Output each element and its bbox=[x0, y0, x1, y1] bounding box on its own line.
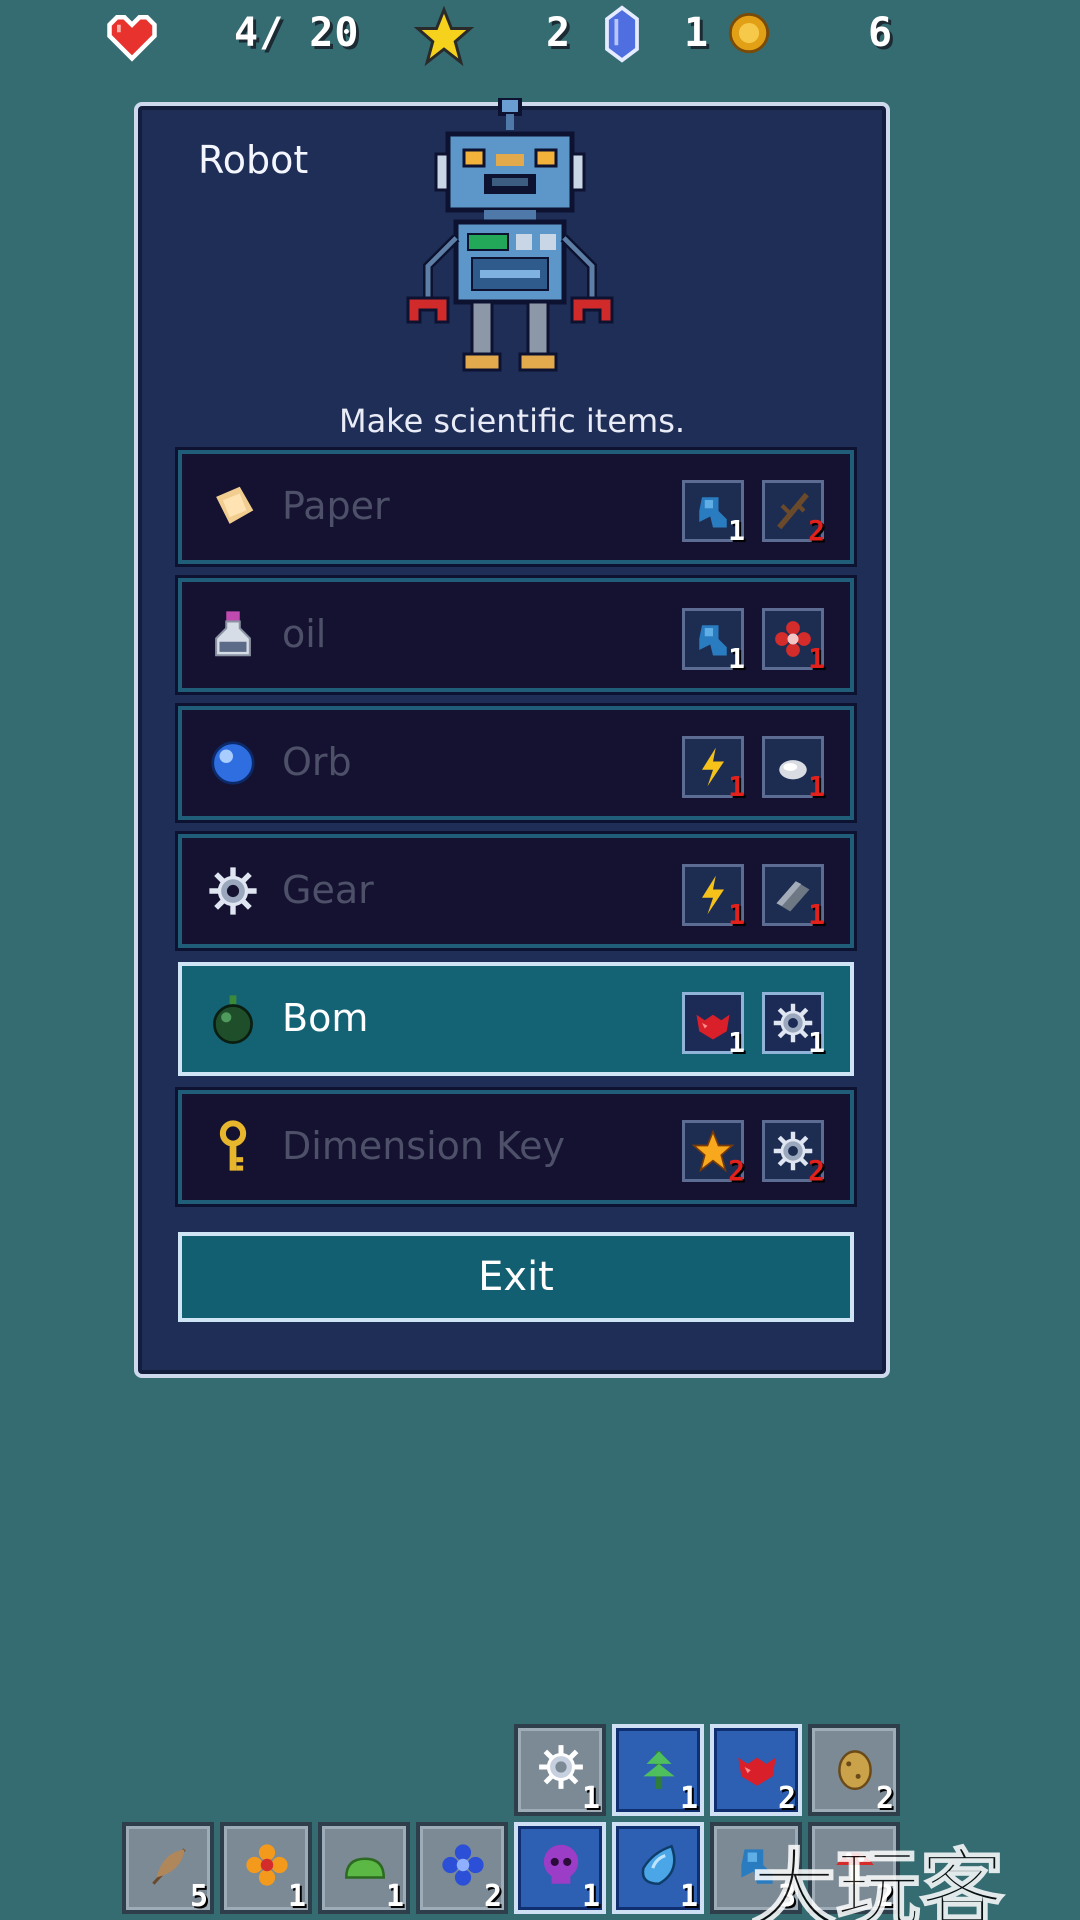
inventory-slot[interactable]: 1 bbox=[318, 1822, 410, 1914]
recipe-name: oil bbox=[282, 612, 327, 656]
purple-skull-icon bbox=[543, 1844, 579, 1884]
slot-count: 2 bbox=[777, 1781, 796, 1816]
ingredient-count: 1 bbox=[728, 642, 745, 675]
slot-count: 1 bbox=[287, 1879, 306, 1914]
inventory-slot[interactable]: 2 bbox=[416, 1822, 508, 1914]
recipe-name: Gear bbox=[282, 868, 374, 912]
ingredient-slot: 1 bbox=[762, 608, 825, 675]
recipe-oil[interactable]: oil 1 1 bbox=[175, 575, 857, 695]
ingredient-count: 2 bbox=[728, 1154, 745, 1187]
watermark-logo: 大玩客 bbox=[751, 1839, 1005, 1920]
hud-bar: 4/ 20 2 1 6 bbox=[0, 0, 1080, 70]
recipe-name: Orb bbox=[282, 740, 352, 784]
slot-count: 2 bbox=[483, 1879, 502, 1914]
bomb-icon bbox=[213, 995, 253, 1044]
gear-icon bbox=[209, 867, 257, 915]
slot-count: 1 bbox=[385, 1879, 404, 1914]
feather-icon bbox=[152, 1848, 186, 1885]
slot-count: 1 bbox=[679, 1781, 698, 1816]
orb-icon bbox=[211, 741, 255, 785]
blue-flower-icon bbox=[442, 1844, 484, 1886]
ingredient-slot: 1 bbox=[762, 736, 825, 803]
ingredient-count: 1 bbox=[728, 1026, 745, 1059]
orange-flower-icon bbox=[246, 1844, 288, 1886]
inventory-slot[interactable]: 5 bbox=[122, 1822, 214, 1914]
herb-icon bbox=[643, 1751, 675, 1789]
recipe-gear[interactable]: Gear 1 1 bbox=[175, 831, 857, 951]
ingredient-slot: 1 bbox=[762, 992, 825, 1059]
ingredient-count: 1 bbox=[728, 514, 745, 547]
inventory-slot[interactable]: 1 bbox=[220, 1822, 312, 1914]
ingredient-count: 1 bbox=[808, 1026, 825, 1059]
gear-icon bbox=[539, 1745, 583, 1789]
slot-count: 1 bbox=[581, 1781, 600, 1816]
robot-portrait bbox=[406, 98, 614, 372]
red-heart-icon bbox=[738, 1757, 776, 1786]
slot-count: 2 bbox=[875, 1781, 894, 1816]
inventory-slot[interactable]: 1 bbox=[514, 1724, 606, 1816]
ingredient-count: 1 bbox=[728, 770, 745, 803]
star-counter: 2 bbox=[546, 10, 572, 56]
ingredient-slot: 1 bbox=[682, 608, 745, 675]
inventory-slot[interactable]: 1 bbox=[612, 1822, 704, 1914]
crafting-panel: Robot Make scientific items. Paper 1 2 o… bbox=[134, 98, 890, 1378]
recipe-name: Bom bbox=[282, 996, 369, 1040]
exit-button[interactable]: Exit bbox=[178, 1232, 854, 1322]
ingredient-count: 2 bbox=[808, 514, 825, 547]
recipe-bom[interactable]: Bom 1 1 bbox=[178, 962, 854, 1076]
recipe-orb[interactable]: Orb 1 1 bbox=[175, 703, 857, 823]
recipe-list: Paper 1 2 oil 1 1 Orb 1 1 Gear 1 1 Bom 1… bbox=[175, 447, 857, 1218]
key-icon bbox=[219, 1120, 247, 1171]
inventory-slot[interactable]: 2 bbox=[710, 1724, 802, 1816]
slime-icon bbox=[344, 1857, 386, 1879]
ingredient-slot: 2 bbox=[682, 1120, 745, 1187]
ingredient-slot: 1 bbox=[682, 992, 745, 1059]
inventory-slot[interactable]: 2 bbox=[808, 1724, 900, 1816]
coin-counter: 6 bbox=[868, 10, 894, 56]
ingredient-slot: 1 bbox=[682, 864, 745, 931]
paper-icon bbox=[216, 486, 254, 524]
inventory-slot[interactable]: 1 bbox=[514, 1822, 606, 1914]
slot-count: 5 bbox=[189, 1879, 208, 1914]
panel-description: Make scientific items. bbox=[338, 402, 686, 440]
heart-icon bbox=[107, 15, 157, 62]
recipe-name: Dimension Key bbox=[282, 1124, 565, 1168]
panel-title: Robot bbox=[198, 138, 309, 182]
ingredient-count: 2 bbox=[808, 1154, 825, 1187]
slot-count: 1 bbox=[581, 1879, 600, 1914]
potato-icon bbox=[838, 1750, 872, 1791]
ingredient-count: 1 bbox=[808, 770, 825, 803]
slot-count: 1 bbox=[679, 1879, 698, 1914]
ingredient-count: 1 bbox=[728, 898, 745, 931]
recipe-paper[interactable]: Paper 1 2 bbox=[175, 447, 857, 567]
gem-counter: 1 bbox=[684, 10, 710, 56]
recipe-dimension-key[interactable]: Dimension Key 2 2 bbox=[175, 1087, 857, 1207]
ingredient-slot: 2 bbox=[762, 480, 825, 547]
ingredient-slot: 1 bbox=[762, 864, 825, 931]
ingredient-count: 1 bbox=[808, 898, 825, 931]
oil-flask-icon bbox=[215, 611, 251, 657]
health-counter: 4/ 20 bbox=[234, 10, 360, 56]
coin-icon bbox=[728, 12, 770, 54]
ingredient-slot: 1 bbox=[682, 480, 745, 547]
star-icon bbox=[414, 6, 474, 66]
blue-drop-icon bbox=[641, 1844, 676, 1886]
ingredient-count: 1 bbox=[808, 642, 825, 675]
recipe-name: Paper bbox=[282, 484, 390, 528]
ingredient-slot: 1 bbox=[682, 736, 745, 803]
ingredient-slot: 2 bbox=[762, 1120, 825, 1187]
inventory-slot[interactable]: 1 bbox=[612, 1724, 704, 1816]
blue-gem-icon bbox=[605, 5, 639, 63]
